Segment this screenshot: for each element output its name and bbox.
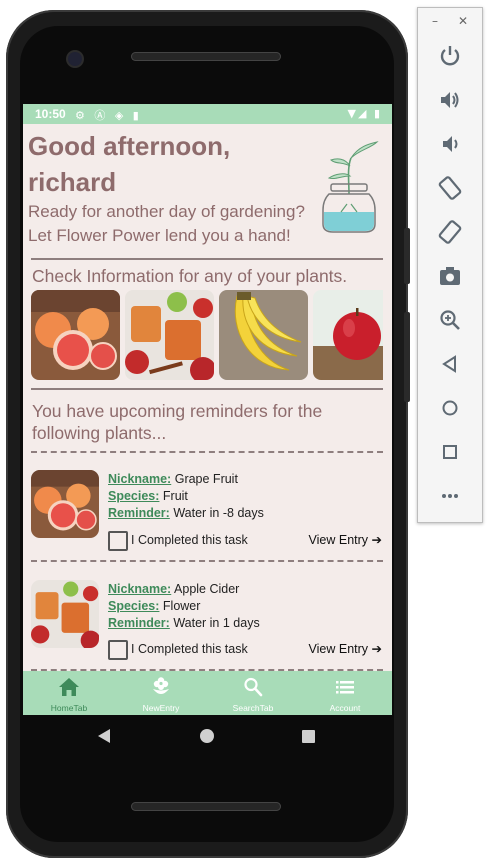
status-time: 10:50 [35, 107, 66, 121]
minimize-icon[interactable]: – [432, 14, 438, 28]
reminders-section-title: You have upcoming reminders for the foll… [32, 400, 322, 444]
arrow-right-icon: ➔ [371, 533, 382, 547]
tab-home[interactable]: HomeTab [23, 671, 115, 715]
reminder-row: Reminder: Water in -8 days [108, 506, 264, 520]
species-row: Species: Flower [108, 599, 200, 613]
reminder-row: Reminder: Water in 1 days [108, 616, 260, 630]
grapefruit-image [31, 290, 120, 380]
bananas-image [219, 290, 308, 380]
reminder-value: Water in -8 days [173, 506, 264, 520]
completed-label: I Completed this task [131, 642, 248, 656]
completed-checkbox[interactable] [108, 531, 128, 551]
carousel-item-grapefruit[interactable] [31, 290, 120, 380]
back-nav-button[interactable] [98, 729, 110, 743]
search-icon [244, 677, 263, 697]
top-speaker [131, 52, 281, 61]
tab-label: SearchTab [232, 703, 274, 713]
status-bar: 10:50 ⚙ Ⓐ ◈ ▮ ▼◢ ▮ [23, 104, 392, 124]
species-label: Species: [108, 599, 160, 613]
view-entry-label: View Entry [308, 642, 369, 656]
volume-down-icon[interactable] [436, 130, 464, 158]
apple-cider-image [125, 290, 214, 380]
home-nav-button[interactable] [200, 729, 214, 743]
greeting-name: richard [28, 167, 117, 197]
tab-label: NewEntry [142, 703, 180, 713]
tab-search[interactable]: SearchTab [207, 671, 299, 715]
nickname-value: Apple Cider [174, 582, 240, 596]
nickname-value: Grape Fruit [174, 472, 238, 486]
bottom-speaker [131, 802, 281, 811]
reminders-title-line1: You have upcoming reminders for the [32, 401, 323, 421]
side-button-volume[interactable] [404, 312, 410, 402]
reminder-plant-image [31, 580, 99, 648]
tab-label: Account [329, 703, 361, 713]
carousel-item-bananas[interactable] [219, 290, 308, 380]
nickname-label: Nickname: [108, 582, 172, 596]
species-row: Species: Fruit [108, 489, 188, 503]
completed-label: I Completed this task [131, 533, 248, 547]
info-section-title: Check Information for any of your plants… [32, 266, 348, 286]
overview-icon[interactable] [436, 438, 464, 466]
view-entry-button[interactable]: View Entry ➔ [309, 532, 382, 547]
power-icon[interactable] [436, 42, 464, 70]
apple-cider-image [31, 580, 99, 648]
home-icon[interactable] [436, 394, 464, 422]
status-notification-icons: ⚙ Ⓐ ◈ ▮ [75, 109, 142, 122]
reminders-title-line2: following plants... [32, 423, 167, 443]
recents-nav-button[interactable] [302, 730, 315, 743]
close-icon[interactable]: ✕ [458, 14, 468, 28]
greeting-line1: Good afternoon, [28, 131, 231, 161]
species-label: Species: [108, 489, 160, 503]
greeting-subtitle: Ready for another day of gardening? Let … [28, 200, 328, 248]
carousel-item-apple[interactable] [313, 290, 383, 380]
greeting: Good afternoon, richard [28, 128, 328, 200]
plant-carousel[interactable] [31, 290, 383, 382]
subtitle-line1: Ready for another day of gardening? [28, 202, 305, 221]
reminder-label: Reminder: [108, 506, 170, 520]
rotate-left-icon[interactable] [436, 174, 464, 202]
species-value: Flower [162, 599, 201, 613]
arrow-right-icon: ➔ [371, 642, 382, 656]
flower-icon [153, 677, 169, 694]
bottom-tab-bar: HomeTab NewEntry SearchTab Account [23, 671, 392, 715]
volume-up-icon[interactable] [436, 86, 464, 114]
back-icon[interactable] [436, 350, 464, 378]
view-entry-label: View Entry [308, 533, 369, 547]
plant-jar-logo [322, 141, 379, 233]
section-divider [31, 258, 383, 260]
dashed-divider [31, 451, 383, 453]
nickname-row: Nickname: Grape Fruit [108, 472, 238, 486]
more-icon[interactable] [436, 482, 464, 510]
tab-label: HomeTab [50, 703, 88, 713]
emulator-toolbar: – ✕ [417, 7, 483, 523]
zoom-icon[interactable] [436, 306, 464, 334]
side-button-power[interactable] [404, 228, 410, 284]
app-screen: 10:50 ⚙ Ⓐ ◈ ▮ ▼◢ ▮ Good afternoon, richa… [23, 104, 392, 715]
status-system-icons: ▼◢ ▮ [347, 107, 382, 120]
tab-new-entry[interactable]: NewEntry [115, 671, 207, 715]
nickname-row: Nickname: Apple Cider [108, 582, 239, 596]
reminder-value: Water in 1 days [173, 616, 260, 630]
reminder-plant-image [31, 470, 99, 538]
nickname-label: Nickname: [108, 472, 172, 486]
front-camera [68, 52, 82, 66]
carousel-item-apple-cider[interactable] [125, 290, 214, 380]
dashed-divider [31, 560, 383, 562]
species-value: Fruit [162, 489, 188, 503]
rotate-right-icon[interactable] [436, 218, 464, 246]
subtitle-line2: Let Flower Power lend you a hand! [28, 226, 291, 245]
list-icon [336, 681, 354, 694]
camera-icon[interactable] [436, 262, 464, 290]
view-entry-button[interactable]: View Entry ➔ [309, 641, 382, 656]
completed-checkbox[interactable] [108, 640, 128, 660]
section-divider [31, 388, 383, 390]
grapefruit-image [31, 470, 99, 538]
android-nav-bar [98, 729, 315, 743]
tab-account[interactable]: Account [299, 671, 391, 715]
apple-image [313, 290, 383, 380]
reminder-label: Reminder: [108, 616, 170, 630]
home-icon [59, 678, 79, 696]
